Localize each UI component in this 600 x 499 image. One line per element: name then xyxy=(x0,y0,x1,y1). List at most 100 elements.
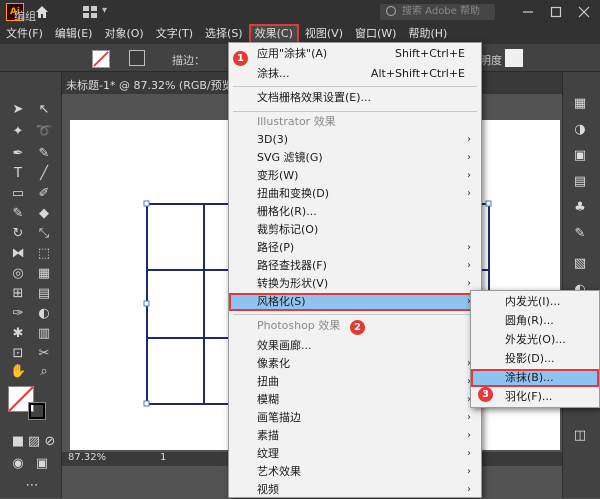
slice-tool-icon[interactable]: ✂ xyxy=(36,346,52,362)
home-icon[interactable] xyxy=(34,4,50,20)
eraser-tool-icon[interactable]: ◆ xyxy=(36,206,52,222)
submenu-item-scribble[interactable]: 涂抹(B)... xyxy=(471,369,599,387)
menu-item-warp[interactable]: 变形(W) › xyxy=(229,167,481,185)
effect-menu-dropdown: 应用"涂抹"(A) Shift+Ctrl+E 涂抹... Alt+Shift+Ctr… xyxy=(228,42,482,498)
fill-swatch[interactable] xyxy=(92,50,110,68)
screen-mode-icon[interactable]: ▣ xyxy=(34,456,50,472)
document-tab[interactable]: 未标题-1* @ 87.32% (RGB/预览) xyxy=(66,77,237,93)
color-mode-icon[interactable]: ■ xyxy=(10,434,26,450)
appearance-panel-icon[interactable]: ▧ xyxy=(572,256,588,272)
selection-type-label: 编组 xyxy=(14,10,36,23)
artboard-number[interactable]: 1 xyxy=(160,452,166,463)
raster-settings-item[interactable]: 文档栅格效果设置(E)... xyxy=(229,89,481,107)
color-panel-icon[interactable]: ▣ xyxy=(572,148,588,164)
column-graph-tool-icon[interactable]: ▥ xyxy=(36,326,52,342)
edit-toolbar-icon[interactable]: ⋯ xyxy=(24,478,40,494)
magic-wand-tool-icon[interactable]: ✦ xyxy=(10,124,26,140)
step-badge-1: 1 xyxy=(233,51,248,66)
menu-item-video[interactable]: 视频 › xyxy=(229,481,481,499)
properties-panel-icon[interactable]: ▦ xyxy=(572,96,588,112)
workspace-switcher-icon[interactable] xyxy=(82,5,98,19)
menu-item-crop-marks[interactable]: 裁剪标记(O) xyxy=(229,221,481,239)
symbols-panel-icon[interactable]: ♣ xyxy=(572,200,588,216)
menu-view[interactable]: 视图(V) xyxy=(299,24,349,44)
menu-item-rasterize[interactable]: 栅格化(R)... xyxy=(229,203,481,221)
draw-mode-icon[interactable]: ◉ xyxy=(10,456,26,472)
width-tool-icon[interactable]: ⧓ xyxy=(10,246,26,262)
menu-help[interactable]: 帮助(H) xyxy=(402,24,453,44)
menu-item-stylize[interactable]: 风格化(S) › xyxy=(229,293,481,311)
search-input[interactable]: 搜索 Adobe 帮助 xyxy=(380,4,495,20)
rectangle-tool-icon[interactable]: ▭ xyxy=(10,186,26,202)
menu-item-sketch[interactable]: 素描 › xyxy=(229,427,481,445)
line-tool-icon[interactable]: ╱ xyxy=(36,166,52,182)
blend-tool-icon[interactable]: ◐ xyxy=(36,306,52,322)
menu-file[interactable]: 文件(F) xyxy=(0,24,49,44)
menu-item-svg-filters[interactable]: SVG 滤镜(G) › xyxy=(229,149,481,167)
submenu-item-round-corners[interactable]: 圆角(R)... xyxy=(471,312,599,330)
rotate-tool-icon[interactable]: ↻ xyxy=(10,226,26,242)
zoom-tool-icon[interactable]: ⌕ xyxy=(36,364,52,380)
menu-type[interactable]: 文字(T) xyxy=(150,24,199,44)
menu-item-texture[interactable]: 纹理 › xyxy=(229,445,481,463)
maximize-icon[interactable] xyxy=(550,6,562,18)
free-transform-tool-icon[interactable]: ⬚ xyxy=(36,246,52,262)
none-mode-icon[interactable]: ⊘ xyxy=(42,434,58,450)
align-icon[interactable] xyxy=(505,49,523,67)
gradient-mode-icon[interactable]: ▨ xyxy=(26,434,42,450)
menu-item-effect-gallery[interactable]: 效果画廊... xyxy=(229,337,481,355)
libraries-panel-icon[interactable]: ◫ xyxy=(572,428,588,444)
mesh-tool-icon[interactable]: ⊞ xyxy=(10,286,26,302)
submenu-item-outer-glow[interactable]: 外发光(O)... xyxy=(471,331,599,349)
perspective-grid-tool-icon[interactable]: ▦ xyxy=(36,266,52,282)
menu-item-convert-to-shape[interactable]: 转换为形状(V) › xyxy=(229,275,481,293)
submenu-item-inner-glow[interactable]: 内发光(I)... xyxy=(471,293,599,311)
scale-tool-icon[interactable]: ⤡ xyxy=(36,226,52,242)
step-badge-3: 3 xyxy=(478,387,493,402)
selection-tool-icon[interactable]: ➤ xyxy=(10,102,26,118)
menu-item-pathfinder[interactable]: 路径查找器(F) › xyxy=(229,257,481,275)
menu-edit[interactable]: 编辑(E) xyxy=(49,24,99,44)
swatches-panel-icon[interactable]: ▤ xyxy=(572,174,588,190)
menu-item-distort[interactable]: 扭曲 › xyxy=(229,373,481,391)
brushes-panel-icon[interactable]: ✎ xyxy=(572,226,588,242)
hand-tool-icon[interactable]: ✋ xyxy=(10,364,26,380)
layers-panel-icon[interactable]: ◑ xyxy=(572,122,588,138)
stroke-color-icon[interactable] xyxy=(28,402,46,420)
menu-item-path[interactable]: 路径(P) › xyxy=(229,239,481,257)
apply-last-effect-item[interactable]: 应用"涂抹"(A) Shift+Ctrl+E xyxy=(229,45,481,63)
submenu-item-drop-shadow[interactable]: 投影(D)... xyxy=(471,350,599,368)
search-icon xyxy=(386,6,396,16)
menu-item-blur[interactable]: 模糊 › xyxy=(229,391,481,409)
close-icon[interactable] xyxy=(578,6,590,18)
menu-item-pixelate[interactable]: 像素化 › xyxy=(229,355,481,373)
menu-item-artistic[interactable]: 艺术效果 › xyxy=(229,463,481,481)
zoom-level[interactable]: 87.32% xyxy=(68,452,106,463)
minimize-icon[interactable] xyxy=(522,6,534,18)
menu-window[interactable]: 窗口(W) xyxy=(349,24,402,44)
menu-separator xyxy=(233,314,477,315)
menu-item-distort-transform[interactable]: 扭曲和变换(D) › xyxy=(229,185,481,203)
menu-item-brush-strokes[interactable]: 画笔描边 › xyxy=(229,409,481,427)
menu-object[interactable]: 对象(O) xyxy=(98,24,149,44)
menu-separator xyxy=(233,86,477,87)
curvature-tool-icon[interactable]: ✎ xyxy=(36,146,52,162)
last-effect-item[interactable]: 涂抹... Alt+Shift+Ctrl+E xyxy=(229,65,481,83)
gradient-tool-icon[interactable]: ▤ xyxy=(36,286,52,302)
menu-item-3d[interactable]: 3D(3) › xyxy=(229,131,481,149)
menu-select[interactable]: 选择(S) xyxy=(199,24,249,44)
menu-separator xyxy=(233,111,477,112)
type-tool-icon[interactable]: T xyxy=(10,166,26,182)
eyedropper-tool-icon[interactable]: ✑ xyxy=(10,306,26,322)
shaper-tool-icon[interactable]: ✎ xyxy=(10,206,26,222)
direct-selection-tool-icon[interactable]: ↖ xyxy=(36,102,52,118)
symbol-sprayer-tool-icon[interactable]: ✱ xyxy=(10,326,26,342)
artboard-tool-icon[interactable]: ⊡ xyxy=(10,346,26,362)
menu-effect[interactable]: 效果(C) xyxy=(248,24,299,44)
pen-tool-icon[interactable]: ✒ xyxy=(10,146,26,162)
shape-builder-tool-icon[interactable]: ◎ xyxy=(10,266,26,282)
stroke-swatch[interactable] xyxy=(129,50,145,66)
chevron-down-icon[interactable]: ▾ xyxy=(102,5,107,16)
lasso-tool-icon[interactable]: ➰ xyxy=(36,124,52,140)
paintbrush-tool-icon[interactable]: ✐ xyxy=(36,186,52,202)
